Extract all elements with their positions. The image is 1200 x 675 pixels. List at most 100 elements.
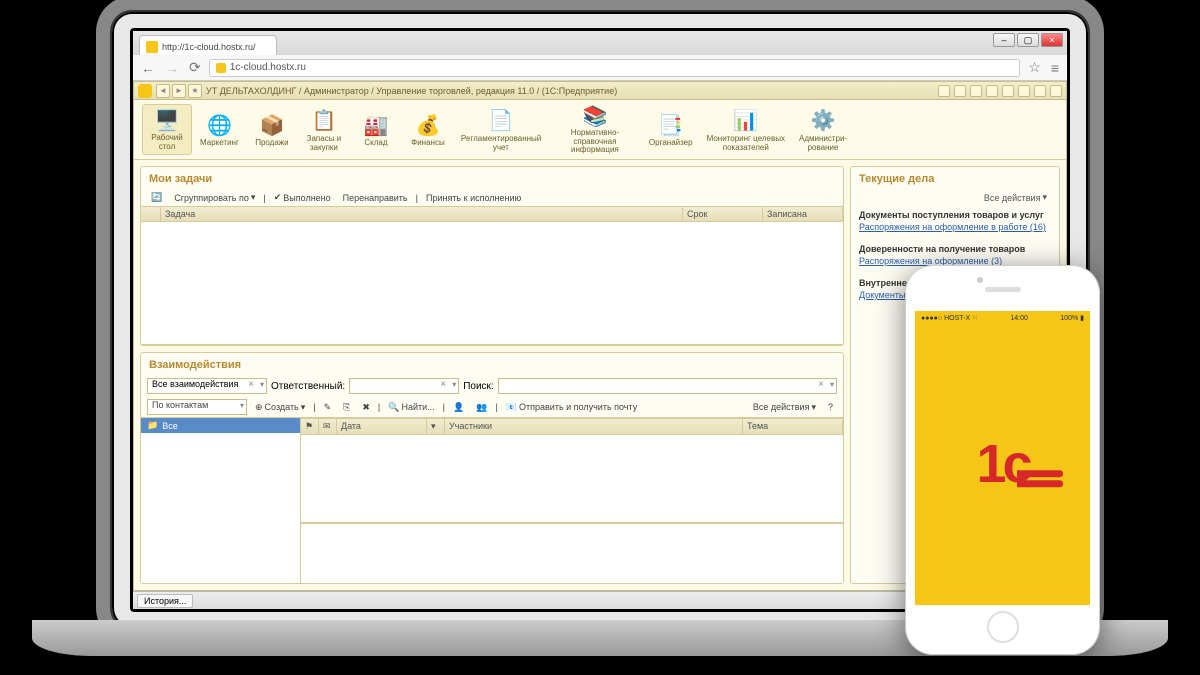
- tool-icon[interactable]: [1002, 85, 1014, 97]
- url-text: 1c-cloud.hostx.ru: [230, 62, 306, 73]
- browser-urlbar: ← → ⟳ 1c-cloud.hostx.ru ☆ ≡: [133, 55, 1067, 81]
- section-icon: 📦: [258, 111, 286, 139]
- find-button[interactable]: 🔍 Найти...: [384, 401, 438, 414]
- tasks-panel: Мои задачи 🔄 Сгруппировать по ▾ | ✔ Выпо…: [140, 166, 844, 346]
- search-label: Поиск:: [463, 381, 494, 392]
- close-button[interactable]: ×: [1041, 33, 1063, 47]
- section-6[interactable]: 📄Регламентированныйучет: [455, 104, 547, 155]
- section-bar: 🖥️Рабочийстол🌐Маркетинг📦Продажи📋Запасы и…: [134, 100, 1066, 160]
- side-group-link[interactable]: Распоряжения на оформление в работе (16): [859, 222, 1051, 232]
- tool-icon[interactable]: [970, 85, 982, 97]
- sendmail-button[interactable]: 📧 Отправить и получить почту: [502, 401, 641, 414]
- all-actions-button[interactable]: Все действия ▾: [749, 401, 820, 414]
- col-task[interactable]: Задача: [161, 207, 683, 221]
- redirect-button[interactable]: Перенаправить: [339, 192, 412, 204]
- col-attach-icon[interactable]: ✉: [319, 419, 337, 434]
- section-icon: 💰: [414, 111, 442, 139]
- group-by-button[interactable]: Сгруппировать по ▾: [170, 191, 259, 204]
- nav-star-button[interactable]: ★: [188, 84, 202, 98]
- interactions-panel: Взаимодействия Все взаимодействия Ответс…: [140, 352, 844, 584]
- section-icon: 📄: [487, 107, 515, 135]
- section-0[interactable]: 🖥️Рабочийстол: [142, 104, 192, 155]
- section-5[interactable]: 💰Финансы: [403, 104, 453, 155]
- done-button[interactable]: ✔ Выполнено: [270, 191, 335, 204]
- section-7[interactable]: 📚Нормативно-справочнаяинформация: [549, 104, 641, 155]
- section-1[interactable]: 🌐Маркетинг: [194, 104, 245, 155]
- tool-icon[interactable]: [954, 85, 966, 97]
- interactions-filters: Все взаимодействия Ответственный: Поиск:: [141, 375, 843, 397]
- tasks-table-body[interactable]: [141, 222, 843, 345]
- section-9[interactable]: 📊Мониторинг целевыхпоказателей: [701, 104, 791, 155]
- interactions-list: ⚑ ✉ Дата ▾ Участники Тема: [301, 418, 843, 583]
- responsible-combo[interactable]: [349, 378, 459, 394]
- phone-battery: 100% ▮: [1060, 314, 1084, 322]
- app-logo-icon: [138, 84, 152, 98]
- tree-item-all[interactable]: 📁 Все: [141, 418, 300, 433]
- back-button[interactable]: ←: [139, 60, 157, 76]
- interactions-table-body[interactable]: [301, 435, 843, 523]
- interactions-title: Взаимодействия: [141, 353, 843, 375]
- section-3[interactable]: 📋Запасы изакупки: [299, 104, 349, 155]
- phone-screen: ●●●●○ HOST-X ⁙ 14:00 100% ▮ 1c: [915, 311, 1090, 605]
- help-icon[interactable]: ?: [824, 401, 837, 413]
- section-label: Рабочийстол: [151, 134, 182, 152]
- site-icon: [216, 63, 226, 73]
- col-date[interactable]: Дата: [337, 419, 427, 434]
- browser-tabbar: http://1c-cloud.hostx.ru/ – ▢ ×: [133, 31, 1067, 55]
- side-title: Текущие дела: [851, 167, 1059, 189]
- tab-title: http://1c-cloud.hostx.ru/: [162, 42, 256, 52]
- app-close-button[interactable]: [1050, 85, 1062, 97]
- bycontacts-combo[interactable]: По контактам: [147, 399, 247, 415]
- filter-type-combo[interactable]: Все взаимодействия: [147, 378, 267, 394]
- nav-back-button[interactable]: ◄: [156, 84, 170, 98]
- menu-icon[interactable]: ≡: [1049, 60, 1061, 76]
- col-written[interactable]: Записана: [763, 207, 843, 221]
- tool-icon[interactable]: [986, 85, 998, 97]
- history-button[interactable]: История...: [137, 594, 193, 608]
- search-combo[interactable]: [498, 378, 837, 394]
- forward-button[interactable]: →: [163, 60, 181, 76]
- reload-button[interactable]: ⟳: [187, 59, 203, 76]
- nav-fwd-button[interactable]: ►: [172, 84, 186, 98]
- section-4[interactable]: 🏭Склад: [351, 104, 401, 155]
- refresh-button[interactable]: 🔄: [147, 191, 166, 204]
- phone-frame: ●●●●○ HOST-X ⁙ 14:00 100% ▮ 1c: [905, 265, 1100, 655]
- create-button[interactable]: ⊕ Создать ▾: [251, 401, 309, 414]
- col-sort-icon[interactable]: ▾: [427, 419, 445, 434]
- browser-tab[interactable]: http://1c-cloud.hostx.ru/: [139, 35, 277, 55]
- address-bar[interactable]: 1c-cloud.hostx.ru: [209, 59, 1021, 77]
- section-icon: 📊: [732, 107, 760, 135]
- edit-icon[interactable]: ✎: [320, 401, 336, 414]
- section-2[interactable]: 📦Продажи: [247, 104, 297, 155]
- user-icon[interactable]: 👤: [449, 401, 468, 414]
- phone-camera: [977, 277, 983, 283]
- section-8[interactable]: 📑Органайзер: [643, 104, 699, 155]
- col-due[interactable]: Срок: [683, 207, 763, 221]
- interactions-body: 📁 Все ⚑ ✉ Дата ▾ Участники: [141, 417, 843, 583]
- col-subject[interactable]: Тема: [743, 419, 843, 434]
- section-icon: ⚙️: [809, 107, 837, 135]
- app-maximize-button[interactable]: [1034, 85, 1046, 97]
- delete-icon[interactable]: ✖: [358, 401, 374, 414]
- col-participants[interactable]: Участники: [445, 419, 743, 434]
- col-marker[interactable]: [141, 207, 161, 221]
- accept-button[interactable]: Принять к исполнению: [422, 192, 525, 204]
- users-icon[interactable]: 👥: [472, 401, 491, 414]
- copy-icon[interactable]: ⎘: [339, 401, 354, 414]
- window-controls: – ▢ ×: [993, 33, 1063, 47]
- section-10[interactable]: ⚙️Администри-рование: [793, 104, 853, 155]
- side-group-title: Доверенности на получение товаров: [859, 244, 1051, 254]
- side-group: Документы поступления товаров и услугРас…: [851, 206, 1059, 240]
- interactions-toolbar: По контактам ⊕ Создать ▾ | ✎ ⎘ ✖ | 🔍 Най…: [141, 397, 843, 417]
- minimize-button[interactable]: –: [993, 33, 1015, 47]
- maximize-button[interactable]: ▢: [1017, 33, 1039, 47]
- tool-icon[interactable]: [938, 85, 950, 97]
- phone-time: 14:00: [1010, 315, 1028, 322]
- bookmark-icon[interactable]: ☆: [1026, 59, 1043, 76]
- phone-home-button[interactable]: [987, 611, 1019, 643]
- phone-speaker: [985, 287, 1021, 292]
- app-minimize-button[interactable]: [1018, 85, 1030, 97]
- col-flag-icon[interactable]: ⚑: [301, 419, 319, 434]
- interactions-tree[interactable]: 📁 Все: [141, 418, 301, 583]
- side-all-actions-button[interactable]: Все действия ▾: [980, 191, 1051, 204]
